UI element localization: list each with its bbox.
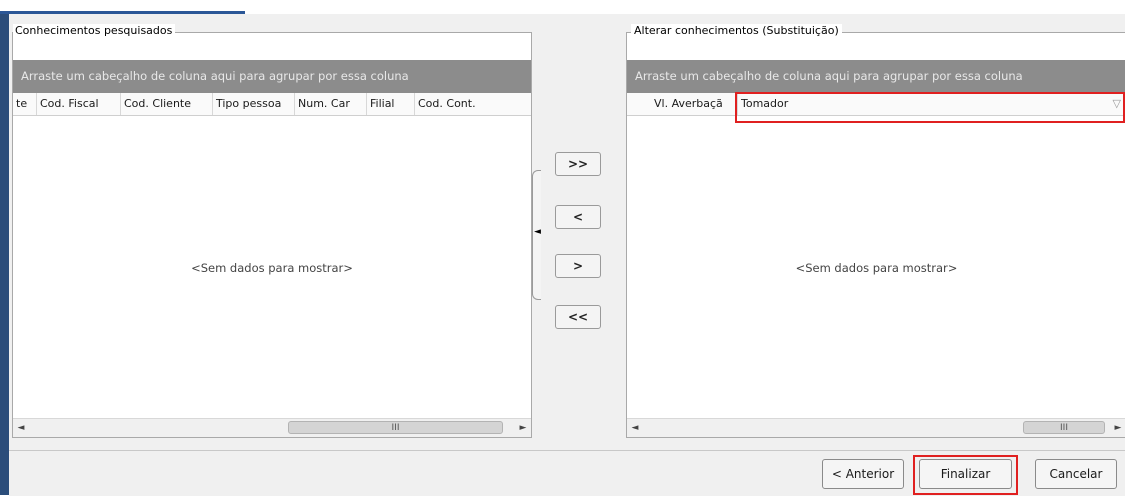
panel-title: Conhecimentos pesquisados (13, 24, 176, 37)
window-left-edge (0, 14, 9, 495)
panel-title: Alterar conhecimentos (Substituição) (631, 24, 842, 37)
column-header[interactable]: Cod. Fiscal (37, 93, 121, 115)
scroll-thumb[interactable]: III (1023, 421, 1105, 434)
move-right-button[interactable]: > (555, 254, 601, 278)
horizontal-scrollbar[interactable]: ◄ III ► (13, 418, 531, 437)
finish-highlight-box (913, 455, 1018, 495)
scroll-left-arrow-icon[interactable]: ◄ (627, 419, 643, 437)
move-all-right-button[interactable]: >> (555, 152, 601, 176)
empty-grid-message: <Sem dados para mostrar> (191, 261, 353, 275)
move-left-button[interactable]: < (555, 205, 601, 229)
group-by-area[interactable]: Arraste um cabeçalho de coluna aqui para… (627, 60, 1125, 93)
collapse-arrow-icon[interactable]: ◄ (534, 227, 541, 237)
group-by-area[interactable]: Arraste um cabeçalho de coluna aqui para… (13, 60, 531, 93)
scroll-thumb[interactable]: III (288, 421, 503, 434)
column-header[interactable]: Num. Car (295, 93, 367, 115)
column-header[interactable]: Cod. Cliente (121, 93, 213, 115)
tomador-highlight-box (735, 92, 1125, 123)
cancel-button[interactable]: Cancelar (1035, 459, 1117, 489)
column-header[interactable]: Filial (367, 93, 415, 115)
horizontal-scrollbar[interactable]: ◄ III ► (627, 418, 1125, 437)
scroll-left-arrow-icon[interactable]: ◄ (13, 419, 29, 437)
searched-documents-panel: Conhecimentos pesquisados Arraste um cab… (12, 24, 532, 438)
column-header[interactable]: Tipo pessoa (213, 93, 295, 115)
scroll-right-arrow-icon[interactable]: ► (1110, 419, 1125, 437)
scroll-right-arrow-icon[interactable]: ► (515, 419, 531, 437)
row-indicator-column (627, 93, 651, 115)
previous-button[interactable]: < Anterior (822, 459, 904, 489)
column-header[interactable]: Cod. Cont. (415, 93, 531, 115)
column-header[interactable]: te (13, 93, 37, 115)
column-header-row: te Cod. Fiscal Cod. Cliente Tipo pessoa … (13, 93, 531, 116)
column-header[interactable]: Vl. Averbaçã (651, 93, 738, 115)
empty-grid-message: <Sem dados para mostrar> (795, 261, 958, 275)
move-all-left-button[interactable]: << (555, 305, 601, 329)
